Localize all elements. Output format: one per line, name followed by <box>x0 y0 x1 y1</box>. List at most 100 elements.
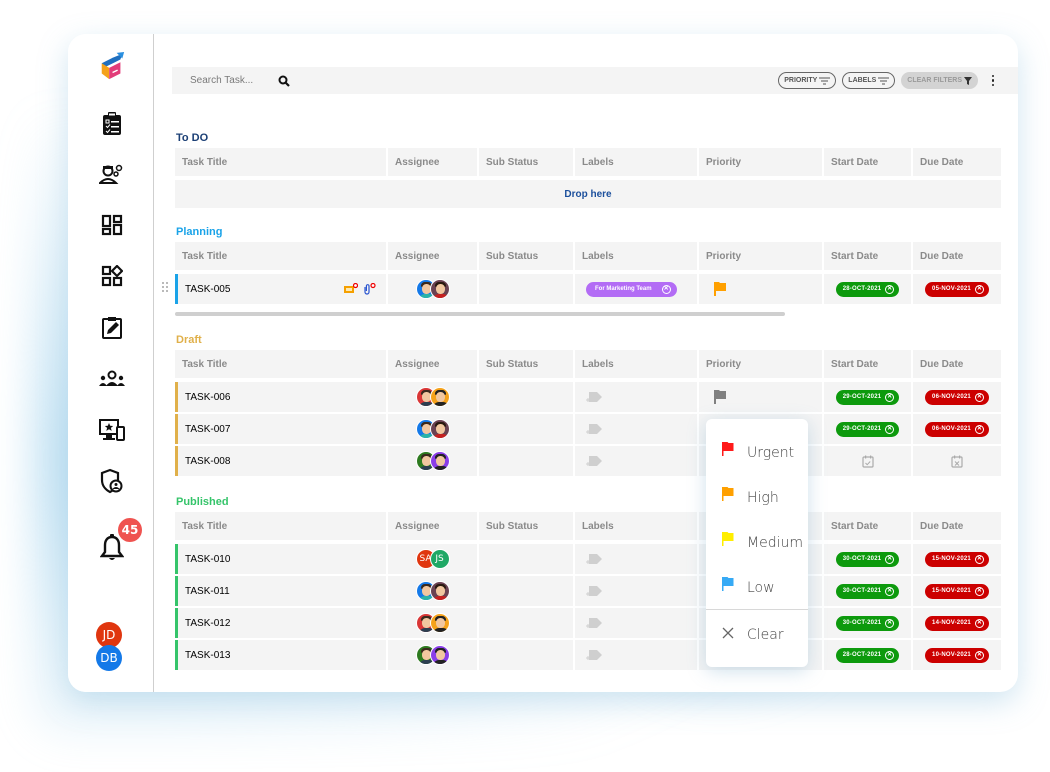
assignee-avatar[interactable] <box>429 451 450 471</box>
col-due-date[interactable]: Due Date <box>913 148 1001 176</box>
assignee-avatar[interactable] <box>429 387 450 407</box>
sub-status-cell[interactable] <box>479 576 573 606</box>
priority-option-medium[interactable]: Medium <box>706 523 808 563</box>
dashboard-icon[interactable] <box>98 211 126 239</box>
table-row[interactable]: TASK-013 28-OCT-2021 ✕ 10-NOV-2021 ✕ <box>175 640 1001 670</box>
labels-cell[interactable] <box>575 414 697 444</box>
assignee-cell[interactable] <box>388 608 477 638</box>
assignee-cell[interactable] <box>388 274 477 304</box>
col-due-date[interactable]: Due Date <box>913 512 1001 540</box>
assignee-cell[interactable] <box>388 414 477 444</box>
comment-icon[interactable] <box>344 283 358 295</box>
edit-clipboard-icon[interactable] <box>98 314 126 342</box>
label-chip[interactable]: For Marketing Team ✕ <box>586 281 677 297</box>
due-date-cell[interactable]: 10-NOV-2021 ✕ <box>913 640 1001 670</box>
remove-date-icon[interactable]: ✕ <box>974 424 984 434</box>
assignee-avatar[interactable]: JS <box>429 549 450 569</box>
flag-icon[interactable] <box>713 390 727 404</box>
col-sub-status[interactable]: Sub Status <box>479 512 573 540</box>
sub-status-cell[interactable] <box>479 382 573 412</box>
col-task-title[interactable]: Task Title <box>175 148 386 176</box>
priority-filter-button[interactable]: PRIORITY <box>778 72 837 89</box>
due-date-chip[interactable]: 10-NOV-2021 ✕ <box>925 647 989 663</box>
clear-filters-button[interactable]: CLEAR FILTERS <box>901 72 978 89</box>
remove-date-icon[interactable]: ✕ <box>974 554 984 564</box>
assignee-cell[interactable] <box>388 640 477 670</box>
col-start-date[interactable]: Start Date <box>824 350 911 378</box>
labels-cell[interactable]: For Marketing Team ✕ <box>575 274 697 304</box>
remove-date-icon[interactable]: ✕ <box>974 284 984 294</box>
devices-icon[interactable] <box>98 416 126 444</box>
more-options-icon[interactable] <box>988 72 998 89</box>
shield-user-icon[interactable] <box>98 467 126 495</box>
col-task-title[interactable]: Task Title <box>175 242 386 270</box>
assignee-cell[interactable] <box>388 446 477 476</box>
assignee-cell[interactable]: SA JS <box>388 544 477 574</box>
col-labels[interactable]: Labels <box>575 148 697 176</box>
table-row[interactable]: TASK-011 30-OCT-2021 ✕ 15-NOV-2021 ✕ <box>175 576 1001 606</box>
remove-date-icon[interactable]: ✕ <box>885 650 895 660</box>
priority-option-high[interactable]: High <box>706 478 808 518</box>
labels-cell[interactable] <box>575 446 697 476</box>
col-priority[interactable]: Priority <box>699 148 822 176</box>
sub-status-cell[interactable] <box>479 608 573 638</box>
col-task-title[interactable]: Task Title <box>175 350 386 378</box>
col-sub-status[interactable]: Sub Status <box>479 242 573 270</box>
labels-cell[interactable] <box>575 544 697 574</box>
add-label-icon[interactable] <box>585 584 603 598</box>
labels-filter-button[interactable]: LABELS <box>842 72 896 89</box>
due-date-cell[interactable]: 15-NOV-2021 ✕ <box>913 544 1001 574</box>
priority-option-low[interactable]: Low <box>706 568 808 608</box>
sub-status-cell[interactable] <box>479 640 573 670</box>
start-date-cell[interactable]: 30-OCT-2021 ✕ <box>824 608 911 638</box>
start-date-chip[interactable]: 29-OCT-2021 ✕ <box>835 389 900 405</box>
drag-handle-icon[interactable] <box>162 282 168 294</box>
col-due-date[interactable]: Due Date <box>913 242 1001 270</box>
task-id[interactable]: TASK-010 <box>175 554 230 565</box>
col-labels[interactable]: Labels <box>575 242 697 270</box>
col-priority[interactable]: Priority <box>699 242 822 270</box>
user-avatar-db[interactable]: DB <box>96 645 122 671</box>
remove-date-icon[interactable]: ✕ <box>974 586 984 596</box>
labels-cell[interactable] <box>575 576 697 606</box>
remove-date-icon[interactable]: ✕ <box>885 424 895 434</box>
start-date-cell[interactable]: 28-OCT-2021 ✕ <box>824 274 911 304</box>
col-assignee[interactable]: Assignee <box>388 242 477 270</box>
start-date-cell[interactable]: 30-OCT-2021 ✕ <box>824 544 911 574</box>
task-id[interactable]: TASK-007 <box>175 424 230 435</box>
col-task-title[interactable]: Task Title <box>175 512 386 540</box>
start-date-cell[interactable]: 29-OCT-2021 ✕ <box>824 382 911 412</box>
add-label-icon[interactable] <box>585 390 603 404</box>
sub-status-cell[interactable] <box>479 544 573 574</box>
col-start-date[interactable]: Start Date <box>824 148 911 176</box>
due-date-chip[interactable]: 15-NOV-2021 ✕ <box>925 583 989 599</box>
notification-badge[interactable]: 45 <box>118 518 142 542</box>
flag-icon[interactable] <box>713 282 727 296</box>
team-icon[interactable] <box>98 365 126 393</box>
horizontal-scrollbar[interactable] <box>175 312 785 316</box>
sub-status-cell[interactable] <box>479 414 573 444</box>
calendar-x-icon[interactable] <box>951 455 963 468</box>
priority-option-urgent[interactable]: Urgent <box>706 433 808 473</box>
remove-date-icon[interactable]: ✕ <box>885 284 895 294</box>
assignee-avatar[interactable] <box>429 613 450 633</box>
start-date-chip[interactable]: 30-OCT-2021 ✕ <box>835 551 900 567</box>
remove-date-icon[interactable]: ✕ <box>974 392 984 402</box>
task-id[interactable]: TASK-005 <box>175 284 230 295</box>
due-date-chip[interactable]: 06-NOV-2021 ✕ <box>925 389 989 405</box>
task-id[interactable]: TASK-011 <box>175 586 230 597</box>
table-row[interactable]: TASK-006 29-OCT-2021 ✕ 06-NOV-2021 ✕ <box>175 382 1001 412</box>
table-row[interactable]: TASK-005 For Marketing Team ✕ 28-OCT-202… <box>175 274 1001 304</box>
due-date-chip[interactable]: 05-NOV-2021 ✕ <box>925 281 989 297</box>
start-date-chip[interactable]: 29-OCT-2021 ✕ <box>835 421 900 437</box>
table-row[interactable]: TASK-007 29-OCT-2021 ✕ 06-NOV-2021 ✕ <box>175 414 1001 444</box>
col-due-date[interactable]: Due Date <box>913 350 1001 378</box>
assignee-avatar[interactable] <box>429 279 450 299</box>
app-logo-icon[interactable] <box>98 52 126 80</box>
calendar-check-icon[interactable] <box>861 455 874 468</box>
add-label-icon[interactable] <box>585 454 603 468</box>
priority-cell[interactable] <box>699 382 822 412</box>
remove-date-icon[interactable]: ✕ <box>885 586 895 596</box>
col-start-date[interactable]: Start Date <box>824 242 911 270</box>
col-labels[interactable]: Labels <box>575 350 697 378</box>
